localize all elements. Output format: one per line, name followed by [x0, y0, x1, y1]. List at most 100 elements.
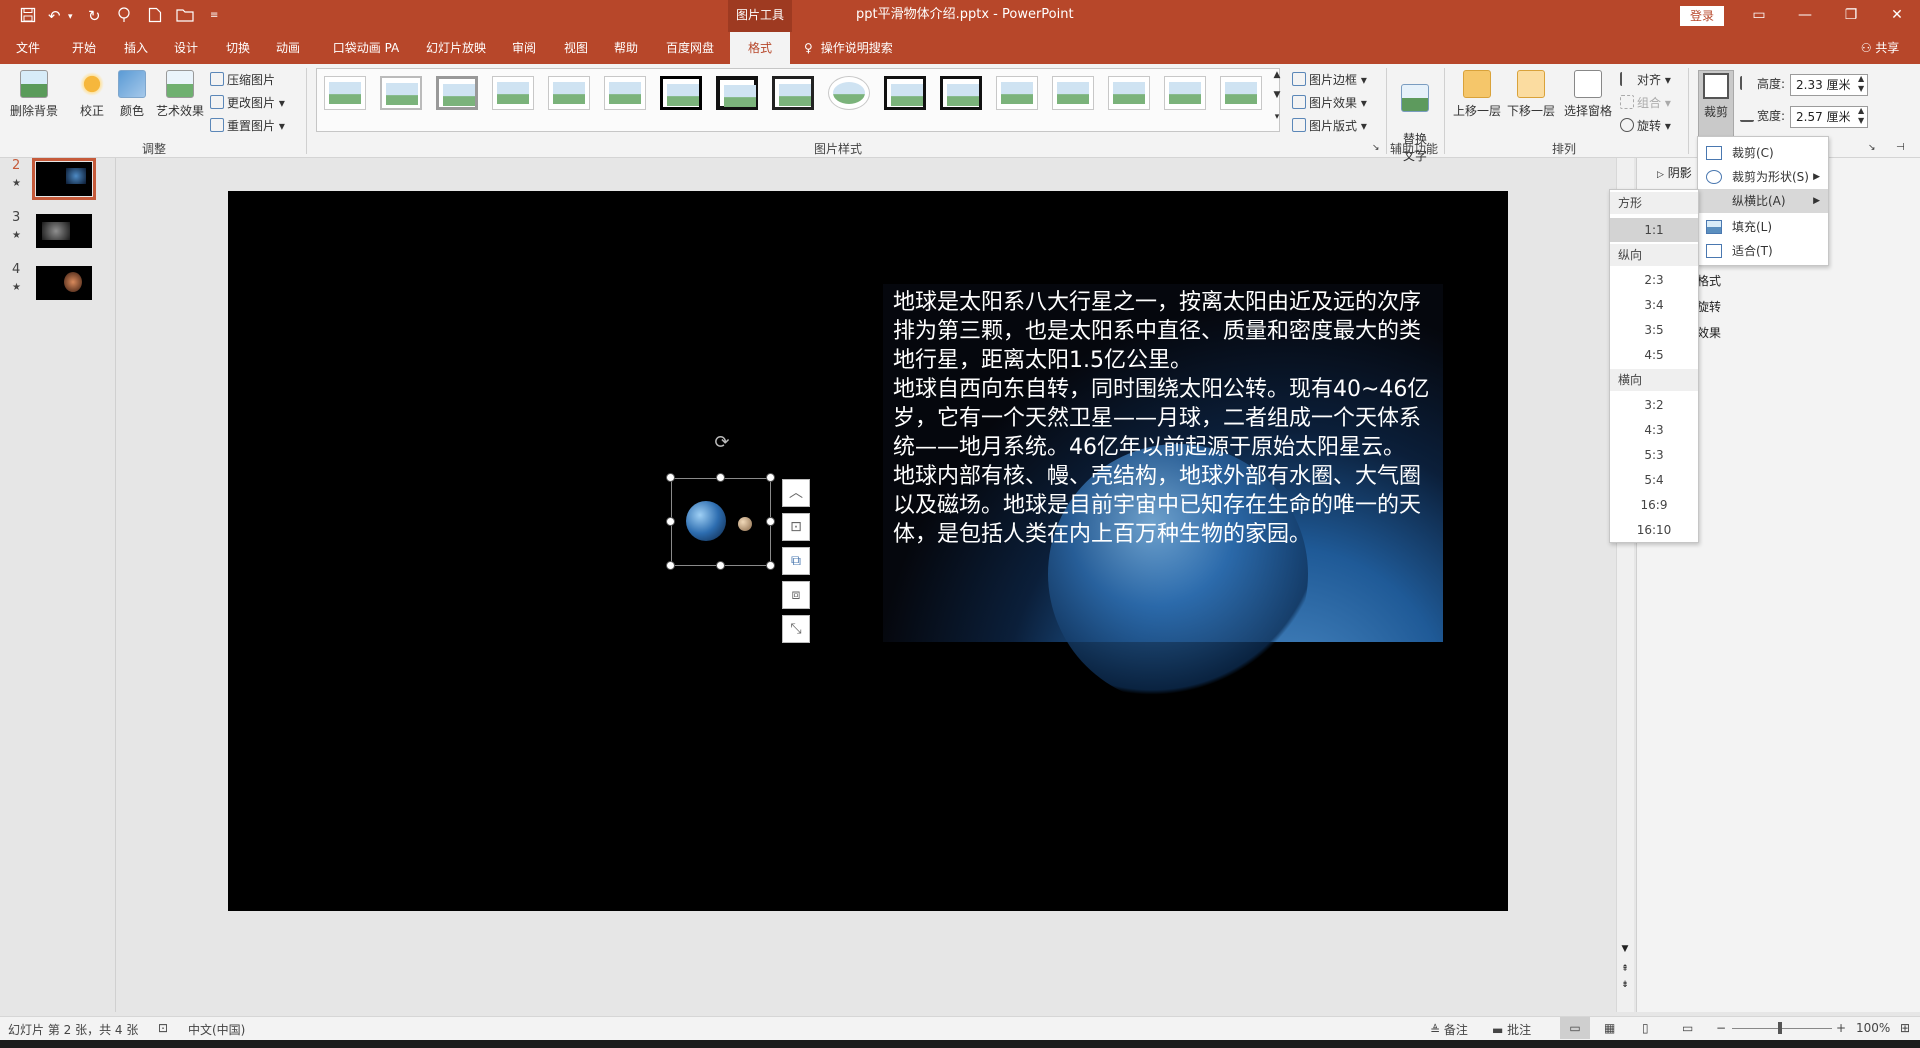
picture-style-17[interactable]	[1220, 76, 1262, 110]
language-indicator[interactable]: 中文(中国)	[188, 1021, 245, 1038]
height-input[interactable]: 2.33 厘米	[1790, 74, 1868, 96]
resize-handle[interactable]	[766, 517, 775, 526]
ratio-5-4[interactable]: 5:4	[1610, 468, 1698, 492]
pin-ribbon-icon[interactable]: ⊣	[1896, 138, 1905, 158]
picture-style-13[interactable]	[996, 76, 1038, 110]
previous-slide-icon[interactable]: ⇞	[1619, 964, 1631, 976]
notes-button[interactable]: ≜ 备注	[1430, 1021, 1468, 1038]
compress-pictures-button[interactable]: 压缩图片	[210, 70, 275, 90]
picture-style-7[interactable]	[660, 76, 702, 110]
undo-icon[interactable]: ↶	[48, 7, 61, 25]
login-button[interactable]: 登录	[1680, 6, 1724, 26]
scroll-down-icon[interactable]: ▼	[1619, 944, 1631, 956]
tab-home[interactable]: 开始	[62, 32, 106, 64]
ratio-2-3[interactable]: 2:3	[1610, 268, 1698, 292]
picture-style-2[interactable]	[380, 76, 422, 110]
resize-handle[interactable]	[716, 561, 725, 570]
tab-pocket-animation[interactable]: 口袋动画 PA	[326, 32, 406, 64]
ratio-1-1[interactable]: 1:1	[1610, 218, 1698, 242]
picture-layout-button[interactable]: 图片版式 ▾	[1292, 116, 1367, 136]
ratio-3-4[interactable]: 3:4	[1610, 293, 1698, 317]
crop-button[interactable]: 裁剪	[1698, 70, 1734, 138]
ribbon-display-icon[interactable]: ▭	[1736, 0, 1782, 32]
collapse-up-icon[interactable]: ︿	[782, 479, 810, 507]
slide-thumbnail-3[interactable]	[36, 214, 92, 248]
picture-style-15[interactable]	[1108, 76, 1150, 110]
send-back-icon[interactable]: ⧈	[782, 581, 810, 609]
remove-background-button[interactable]: 删除背景	[6, 70, 62, 119]
picture-style-11[interactable]	[884, 76, 926, 110]
ratio-3-2[interactable]: 3:2	[1610, 393, 1698, 417]
reset-picture-button[interactable]: 重置图片 ▾	[210, 116, 285, 136]
slide-thumbnail-4[interactable]	[36, 266, 92, 300]
corrections-button[interactable]: 校正	[72, 70, 112, 119]
picture-style-1[interactable]	[324, 76, 366, 110]
reading-view-icon[interactable]: ▯	[1642, 1021, 1649, 1035]
gallery-scroll-down-icon[interactable]: ▼	[1272, 90, 1282, 100]
slideshow-view-icon[interactable]: ▭	[1682, 1021, 1693, 1035]
tab-review[interactable]: 审阅	[502, 32, 546, 64]
earth-description-textbox[interactable]: 地球是太阳系八大行星之一，按离太阳由近及远的次序排为第三颗，也是太阳系中直径、质…	[883, 284, 1443, 704]
rotate-button[interactable]: 旋转 ▾	[1620, 116, 1671, 136]
share-button[interactable]: ⚇ 共享	[1848, 32, 1912, 64]
normal-view-icon[interactable]: ▭	[1560, 1017, 1590, 1039]
picture-style-4[interactable]	[492, 76, 534, 110]
align-button[interactable]: 对齐 ▾	[1620, 70, 1671, 90]
tab-file[interactable]: 文件	[6, 32, 50, 64]
width-spinner-icon[interactable]: ▲ ▼	[1858, 106, 1864, 126]
width-input[interactable]: 2.57 厘米	[1790, 106, 1868, 128]
height-spinner-icon[interactable]: ▲ ▼	[1858, 74, 1864, 94]
resize-handle[interactable]	[666, 473, 675, 482]
close-icon[interactable]: ✕	[1874, 0, 1920, 32]
resize-handle[interactable]	[666, 561, 675, 570]
zoom-slider[interactable]	[1732, 1022, 1832, 1034]
size-dialog-launcher-icon[interactable]: ↘	[1868, 138, 1876, 158]
resize-handle[interactable]	[766, 561, 775, 570]
slide-thumbnail-2[interactable]	[32, 158, 96, 200]
pane-item-rotate[interactable]: 旋转	[1697, 298, 1721, 315]
tab-transitions[interactable]: 切换	[216, 32, 260, 64]
new-file-icon[interactable]	[148, 7, 162, 27]
pane-item-effects[interactable]: 效果	[1697, 324, 1721, 341]
tab-design[interactable]: 设计	[164, 32, 208, 64]
save-icon[interactable]	[20, 7, 36, 27]
picture-style-12[interactable]	[940, 76, 982, 110]
undo-dropdown-icon[interactable]: ▾	[68, 12, 73, 22]
send-backward-button[interactable]: 下移一层	[1506, 70, 1556, 119]
restore-icon[interactable]: ❐	[1828, 0, 1874, 32]
zoom-in-button[interactable]: +	[1836, 1021, 1846, 1035]
menu-crop[interactable]: 裁剪(C)	[1698, 141, 1828, 165]
color-button[interactable]: 颜色	[114, 70, 150, 119]
zoom-out-button[interactable]: −	[1716, 1021, 1726, 1035]
styles-dialog-launcher-icon[interactable]: ↘	[1372, 138, 1380, 158]
tab-animations[interactable]: 动画	[266, 32, 310, 64]
picture-style-6[interactable]	[604, 76, 646, 110]
zoom-slider-thumb[interactable]	[1778, 1022, 1782, 1034]
bring-forward-button[interactable]: 上移一层	[1452, 70, 1502, 119]
tab-view[interactable]: 视图	[554, 32, 598, 64]
picture-style-8[interactable]	[716, 76, 758, 110]
gallery-scroll-up-icon[interactable]: ▲	[1272, 70, 1282, 80]
bring-front-icon[interactable]: ⧉	[782, 547, 810, 575]
ratio-4-5[interactable]: 4:5	[1610, 343, 1698, 367]
picture-border-button[interactable]: 图片边框 ▾	[1292, 70, 1367, 90]
group-button[interactable]: 组合 ▾	[1620, 93, 1671, 113]
layout-options-icon[interactable]: ⊡	[782, 513, 810, 541]
spellcheck-icon[interactable]: ⊡	[158, 1021, 168, 1035]
minimize-icon[interactable]: —	[1782, 0, 1828, 32]
shadow-section-header[interactable]: ▷ 阴影	[1657, 164, 1692, 181]
next-slide-icon[interactable]: ⇟	[1619, 980, 1631, 992]
picture-effects-button[interactable]: 图片效果 ▾	[1292, 93, 1367, 113]
ratio-4-3[interactable]: 4:3	[1610, 418, 1698, 442]
menu-crop-to-shape[interactable]: 裁剪为形状(S) ▶	[1698, 165, 1828, 189]
selection-pane-button[interactable]: 选择窗格	[1562, 70, 1614, 119]
zoom-level[interactable]: 100%	[1856, 1021, 1890, 1035]
open-folder-icon[interactable]	[176, 7, 194, 27]
ratio-5-3[interactable]: 5:3	[1610, 443, 1698, 467]
format-painter-icon[interactable]	[116, 7, 132, 27]
ratio-3-5[interactable]: 3:5	[1610, 318, 1698, 342]
rotate-handle-icon[interactable]: ⟳	[712, 433, 732, 453]
gallery-more-icon[interactable]: ▾	[1272, 112, 1282, 122]
change-picture-button[interactable]: 更改图片 ▾	[210, 93, 285, 113]
slide-sorter-view-icon[interactable]: ▦	[1604, 1021, 1615, 1035]
